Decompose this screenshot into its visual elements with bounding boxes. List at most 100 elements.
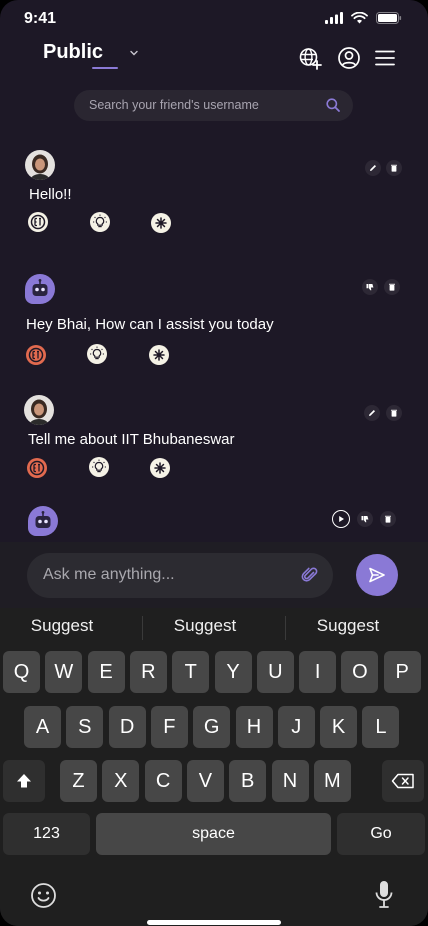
message-text: Hey Bhai, How can I assist you today — [26, 316, 274, 333]
delete-button[interactable] — [386, 160, 402, 176]
suggestion-3[interactable]: Suggest — [277, 616, 419, 636]
pencil-icon — [370, 165, 376, 171]
search-icon[interactable] — [325, 97, 341, 113]
edit-button[interactable] — [364, 405, 380, 421]
composer-bar: Ask me anything... — [0, 542, 428, 608]
key-i[interactable]: I — [299, 651, 337, 693]
microphone-icon[interactable] — [374, 880, 394, 910]
go-key[interactable]: Go — [337, 813, 425, 855]
search-bar[interactable]: Search your friend's username — [74, 90, 353, 121]
attach-icon[interactable] — [301, 566, 319, 584]
key-g[interactable]: G — [193, 706, 231, 748]
page-title: Public — [43, 41, 104, 63]
key-d[interactable]: D — [108, 706, 146, 748]
search-input[interactable]: Search your friend's username — [89, 98, 259, 112]
status-bar: 9:41 — [0, 0, 428, 38]
shift-icon — [17, 774, 31, 788]
dislike-button[interactable] — [357, 511, 373, 527]
emoji-icon[interactable] — [30, 882, 57, 909]
key-q[interactable]: Q — [3, 651, 40, 693]
message-text: Tell me about IIT Bhubaneswar — [28, 431, 235, 448]
chevron-down-icon[interactable] — [128, 47, 140, 59]
key-r[interactable]: R — [129, 651, 167, 693]
key-y[interactable]: Y — [214, 651, 252, 693]
key-x[interactable]: X — [102, 760, 140, 802]
idea-button[interactable] — [89, 457, 109, 477]
key-a[interactable]: A — [24, 706, 61, 748]
key-m[interactable]: M — [313, 760, 351, 802]
translate-button[interactable] — [27, 458, 47, 478]
delete-button[interactable] — [386, 405, 402, 421]
sparkle-button[interactable] — [151, 213, 171, 233]
key-u[interactable]: U — [256, 651, 294, 693]
key-c[interactable]: C — [144, 760, 182, 802]
sparkle-button[interactable] — [150, 458, 170, 478]
sparkle-icon — [154, 462, 166, 474]
lightbulb-icon — [90, 346, 104, 360]
bot-avatar — [28, 506, 58, 536]
key-h[interactable]: H — [235, 706, 273, 748]
key-e[interactable]: E — [87, 651, 125, 693]
top-bar: Public — [0, 38, 428, 82]
lightbulb-icon — [93, 214, 107, 228]
translate-button[interactable] — [26, 345, 46, 365]
user-avatar — [24, 395, 54, 425]
pencil-icon — [369, 410, 375, 416]
translate-icon — [30, 214, 46, 230]
suggestion-1[interactable]: Suggest — [0, 616, 133, 636]
space-key[interactable]: space — [96, 813, 331, 855]
numbers-key[interactable]: 123 — [3, 813, 90, 855]
trash-icon — [391, 409, 397, 417]
thumbs-down-icon — [366, 284, 374, 291]
key-t[interactable]: T — [172, 651, 210, 693]
key-n[interactable]: N — [271, 760, 309, 802]
key-z[interactable]: Z — [60, 760, 97, 802]
bot-avatar — [25, 274, 55, 304]
wifi-icon — [351, 12, 368, 24]
key-p[interactable]: P — [383, 651, 421, 693]
signal-icon — [325, 12, 343, 24]
message-input[interactable]: Ask me anything... — [27, 553, 333, 598]
key-b[interactable]: B — [229, 760, 267, 802]
edit-button[interactable] — [365, 160, 381, 176]
play-icon — [339, 516, 344, 522]
profile-icon[interactable] — [337, 46, 361, 70]
send-button[interactable] — [356, 554, 398, 596]
add-globe-icon[interactable] — [298, 46, 322, 70]
trash-icon — [391, 164, 397, 172]
key-w[interactable]: W — [45, 651, 83, 693]
key-k[interactable]: K — [320, 706, 358, 748]
backspace-key[interactable] — [382, 760, 424, 802]
idea-button[interactable] — [90, 212, 110, 232]
key-v[interactable]: V — [186, 760, 224, 802]
delete-button[interactable] — [384, 279, 400, 295]
key-l[interactable]: L — [362, 706, 400, 748]
message-input-placeholder: Ask me anything... — [43, 566, 175, 583]
sparkle-button[interactable] — [149, 345, 169, 365]
key-s[interactable]: S — [66, 706, 104, 748]
dislike-button[interactable] — [362, 279, 378, 295]
key-f[interactable]: F — [150, 706, 188, 748]
status-time: 9:41 — [24, 10, 57, 27]
play-button[interactable] — [332, 510, 350, 528]
trash-icon — [389, 283, 395, 291]
translate-button[interactable] — [28, 212, 48, 232]
delete-button[interactable] — [380, 511, 396, 527]
trash-icon — [385, 515, 391, 523]
phone-screen: 9:41 Public Search your friend's usernam… — [0, 0, 428, 926]
send-icon — [369, 567, 385, 583]
user-avatar — [25, 150, 55, 180]
status-icons — [325, 12, 402, 24]
battery-icon — [376, 12, 402, 24]
lightbulb-icon — [92, 459, 106, 473]
thumbs-down-icon — [361, 516, 369, 523]
idea-button[interactable] — [87, 344, 107, 364]
backspace-icon — [391, 773, 414, 789]
suggestion-2[interactable]: Suggest — [134, 616, 276, 636]
key-o[interactable]: O — [341, 651, 379, 693]
key-j[interactable]: J — [277, 706, 315, 748]
home-indicator — [147, 920, 281, 925]
shift-key[interactable] — [3, 760, 45, 802]
translate-icon — [28, 347, 44, 363]
menu-icon[interactable] — [373, 46, 397, 70]
